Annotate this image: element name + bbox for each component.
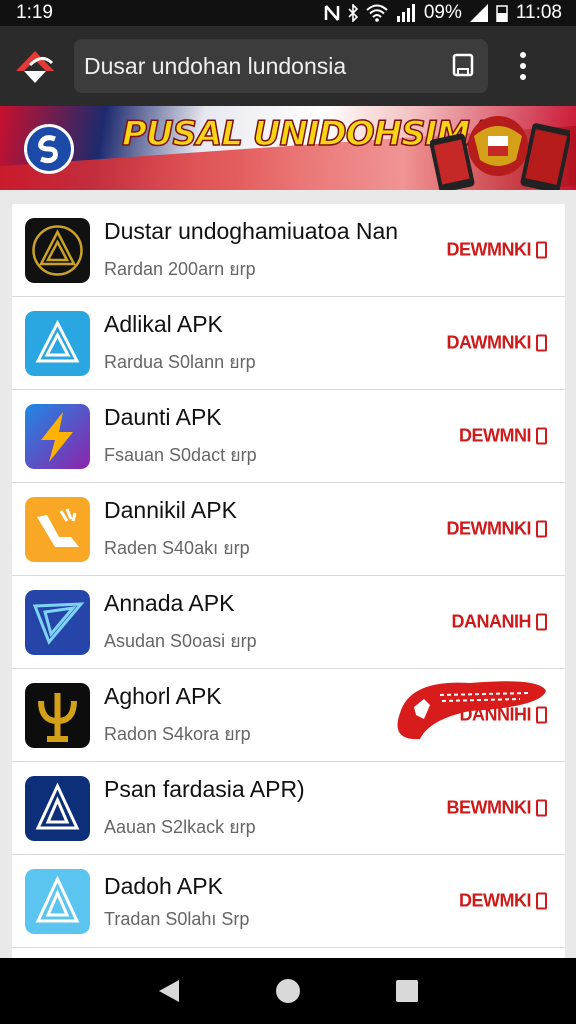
app-info: Raden S40akı ยrp (104, 537, 250, 558)
garuda-emblem-icon (430, 116, 570, 190)
list-item[interactable]: Dadoh APK Tradan S0lahı Srp DEWMKI (12, 855, 565, 948)
status-icons: 09% 11:08 (324, 2, 562, 24)
url-text: Dusar undohan lundonsia (84, 52, 347, 79)
overflow-menu-icon[interactable] (508, 46, 538, 86)
list-item[interactable]: Daunti APK Fsauan S0dact ยrp DEWMNI (12, 390, 565, 483)
bookmark-icon[interactable] (452, 53, 474, 77)
wifi-icon (366, 4, 388, 22)
light-triangle-icon (25, 868, 90, 934)
banner-logo-icon (24, 124, 74, 174)
battery-percent: 09% (423, 2, 462, 23)
gold-triangle-icon (25, 217, 90, 283)
app-list: Dustar undoghamiuatoa Nan Rardan 200arn … (12, 204, 565, 958)
check-arrow-icon (25, 496, 90, 562)
download-icon (536, 799, 547, 817)
back-icon[interactable] (157, 978, 181, 1004)
navy-triangle-icon (25, 775, 90, 841)
download-icon (536, 520, 547, 538)
blue-triangle-icon (25, 310, 90, 376)
download-icon (536, 427, 547, 445)
app-info: Radon S4kora ยrp (104, 723, 251, 744)
trident-icon (25, 682, 90, 748)
nfc-icon (324, 5, 340, 21)
status-time-left: 1:19 (16, 2, 53, 23)
app-name: Daunti APK (104, 403, 222, 430)
app-name: Dustar undoghamiuatoa Nan (104, 217, 399, 244)
app-name: Aghorl APK (104, 682, 222, 709)
signal-icon (396, 4, 415, 22)
list-item[interactable]: Dannikil APK Raden S40akı ยrp DEWMNKI (12, 483, 565, 576)
battery-icon (496, 5, 508, 22)
app-name: Dannikil APK (104, 496, 237, 523)
download-button[interactable]: DANANIH (452, 612, 547, 633)
download-button[interactable]: DAWMNKI (447, 333, 547, 354)
lightning-icon (25, 403, 90, 469)
system-nav-bar (0, 958, 576, 1024)
app-info: Rardua S0lann ยrp (104, 351, 256, 372)
home-icon[interactable] (275, 978, 301, 1004)
recents-icon[interactable] (395, 979, 419, 1003)
promo-sticker-icon (397, 681, 546, 740)
status-time-right: 11:08 (515, 2, 562, 23)
promo-banner[interactable]: PUSAL UNIDOHSIMA (0, 106, 576, 190)
download-button[interactable]: BEWMNKI (447, 798, 547, 819)
browser-logo-icon[interactable] (12, 43, 58, 89)
download-button[interactable]: DEWMNI (459, 426, 547, 447)
bluetooth-icon (348, 4, 358, 22)
app-info: Asudan S0oasi ยrp (104, 630, 257, 651)
app-info: Fsauan S0dact ยrp (104, 444, 257, 465)
list-item[interactable]: Dustar undoghamiuatoa Nan Rardan 200arn … (12, 204, 565, 297)
app-name: Adlikal APK (104, 310, 223, 337)
url-bar[interactable]: Dusar undohan lundonsia (74, 39, 488, 93)
download-icon (536, 241, 547, 259)
download-button[interactable]: DEWMNKI (447, 240, 547, 261)
list-item[interactable]: Adlikal APK Rardua S0lann ยrp DAWMNKI (12, 297, 565, 390)
download-icon (536, 613, 547, 631)
list-item[interactable]: Annada APK Asudan S0oasi ยrp DANANIH (12, 576, 565, 669)
app-name: Annada APK (104, 589, 235, 616)
app-info: Tradan S0lahı Srp (104, 908, 250, 929)
app-info: Rardan 200arn ยrp (104, 258, 256, 279)
app-name: Dadoh APK (104, 872, 223, 899)
list-item[interactable]: Psan fardasia APR) Aauan S2lkack ยrp BEW… (12, 762, 565, 855)
app-name: Psan fardasia APR) (104, 775, 305, 802)
download-button[interactable]: DEWMNKI (447, 519, 547, 540)
app-info: Aauan S2lkack ยrp (104, 816, 256, 837)
signal-triangle-icon (469, 4, 488, 22)
paper-plane-icon (25, 589, 90, 655)
status-bar: 1:19 09% 11:08 (0, 0, 576, 26)
download-icon (536, 892, 547, 910)
download-icon (536, 334, 547, 352)
download-button[interactable]: DEWMKI (459, 891, 547, 912)
browser-toolbar: Dusar undohan lundonsia (0, 26, 576, 106)
